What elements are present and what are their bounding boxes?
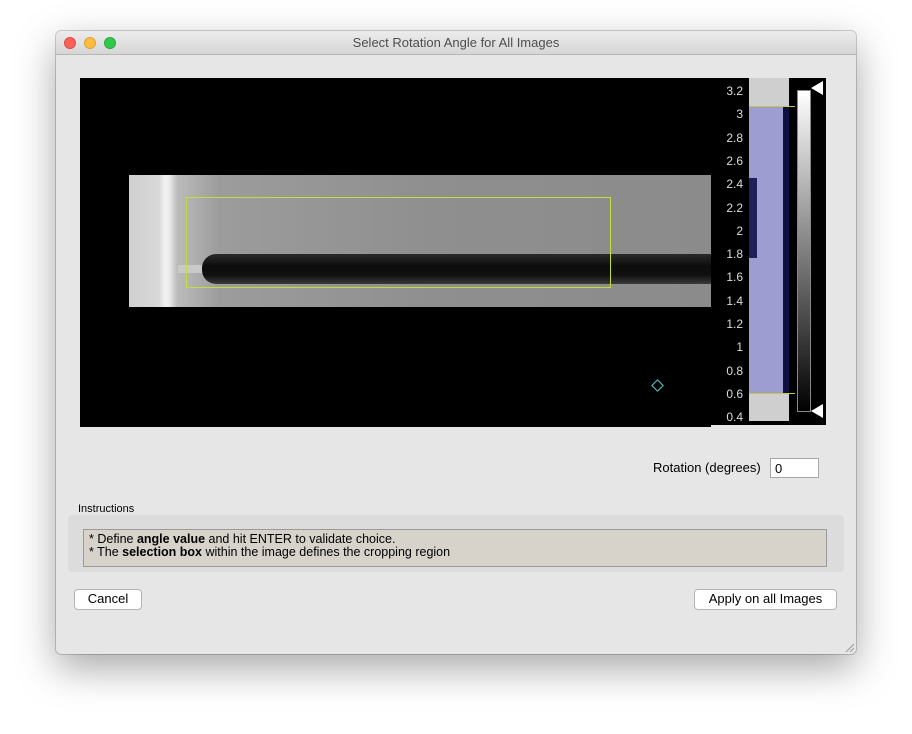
selection-resize-handle[interactable]: [651, 379, 664, 392]
axis-tick-label: 3: [736, 107, 743, 122]
cancel-button[interactable]: Cancel: [74, 589, 142, 610]
window-title: Select Rotation Angle for All Images: [352, 35, 560, 50]
colorbar: [797, 90, 811, 412]
instruction-1-suffix: and hit ENTER to validate choice.: [205, 532, 396, 546]
instruction-line-2: * The selection box within the image def…: [89, 546, 821, 559]
image-preview[interactable]: [80, 78, 711, 427]
axis-tick-label: 2.6: [726, 153, 743, 168]
axis-tick-label: 1.8: [726, 247, 743, 262]
instruction-1-bold: angle value: [136, 532, 206, 546]
apply-button[interactable]: Apply on all Images: [694, 589, 837, 610]
rotation-label: Rotation (degrees): [653, 460, 761, 475]
rotation-input[interactable]: [770, 458, 819, 478]
upper-limit-marker-icon[interactable]: [811, 81, 823, 95]
instruction-2-bold: selection box: [122, 545, 203, 559]
dialog-window: Select Rotation Angle for All Images 3.2…: [56, 31, 856, 654]
histogram-upper-limit[interactable]: [749, 106, 795, 107]
axis-tick-label: 0.8: [726, 363, 743, 378]
axis-tick-label: 1.6: [726, 270, 743, 285]
lower-limit-marker-icon[interactable]: [811, 404, 823, 418]
axis-tick-label: 1.4: [726, 293, 743, 308]
histogram-lower-limit[interactable]: [749, 393, 795, 394]
instructions-title: Instructions: [78, 503, 135, 515]
axis-tick-label: 1: [736, 340, 743, 355]
selection-box[interactable]: [186, 197, 611, 288]
axis-tick-label: 2: [736, 223, 743, 238]
title-bar[interactable]: Select Rotation Angle for All Images: [56, 31, 856, 55]
histogram-panel: 3.2 3 2.8 2.6 2.4 2.2 2 1.8 1.6 1.4 1.2 1 0.8 0.6 0.4: [711, 78, 826, 425]
axis-tick-label: 2.2: [726, 200, 743, 215]
instructions-group: * Define angle value and hit ENTER to va…: [68, 515, 844, 572]
histogram-peak: [749, 178, 757, 258]
axis-tick-label: 2.4: [726, 177, 743, 192]
sample-image: [129, 175, 711, 392]
axis-tick-label: 0.6: [726, 386, 743, 401]
instruction-2-suffix: within the image defines the cropping re…: [202, 545, 451, 559]
axis-tick-label: 0.4: [726, 410, 743, 425]
axis-tick-label: 2.8: [726, 130, 743, 145]
instructions-text: * Define angle value and hit ENTER to va…: [83, 529, 827, 567]
axis-tick-label: 1.2: [726, 317, 743, 331]
axis-tick-label: 3.2: [726, 84, 743, 98]
histogram-edge: [783, 107, 789, 393]
instruction-1-prefix: * Define: [89, 532, 137, 546]
instruction-2-prefix: * The: [89, 545, 123, 559]
resize-grip-icon[interactable]: [844, 642, 854, 652]
